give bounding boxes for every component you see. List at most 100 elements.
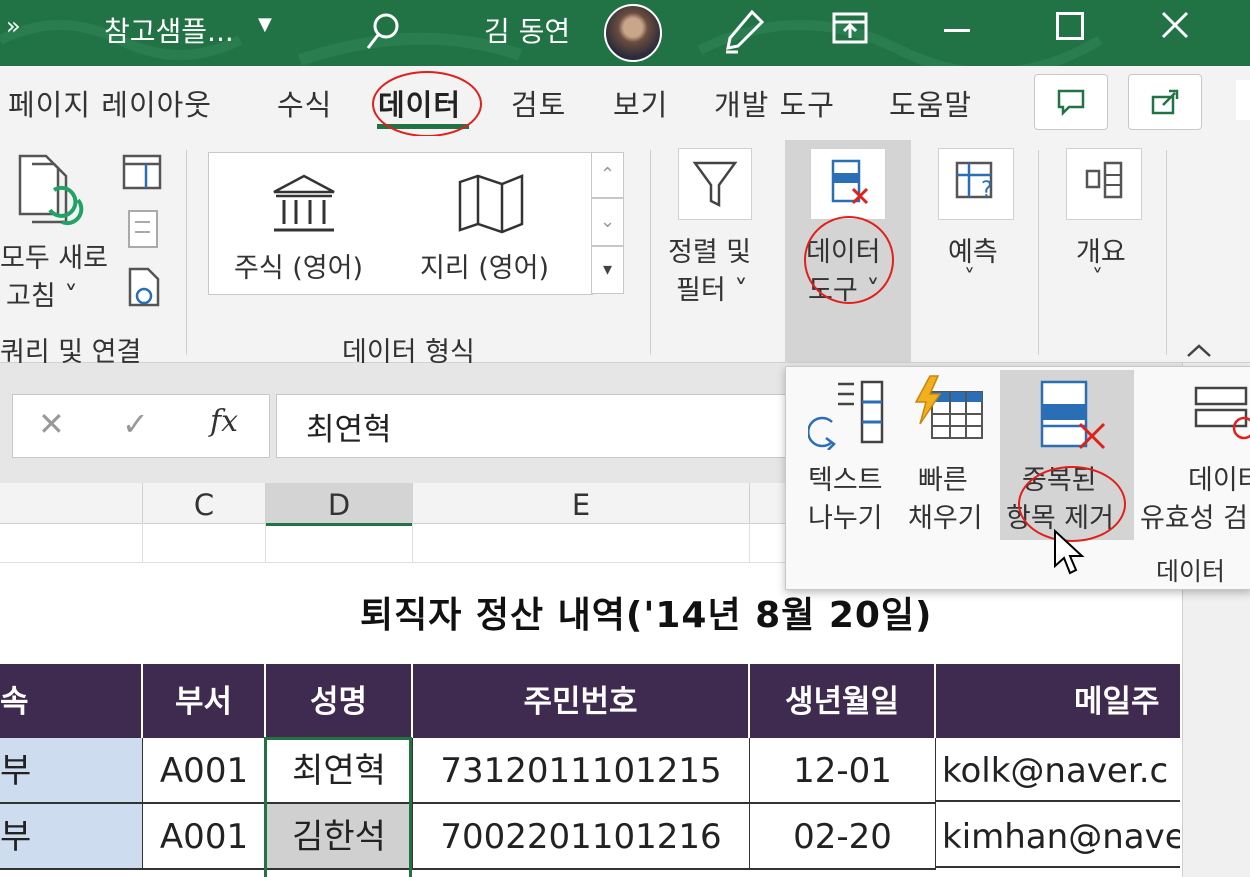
tab-developer[interactable]: 개발 도구 — [714, 82, 835, 124]
tab-formulas[interactable]: 수식 — [277, 82, 332, 124]
data-validation-icon[interactable] — [1188, 378, 1250, 448]
forecast-button[interactable]: ? — [938, 148, 1014, 220]
sort-filter-label-1[interactable]: 정렬 및 — [668, 230, 751, 269]
column-header-c[interactable]: C — [143, 483, 266, 523]
share-button[interactable] — [1128, 74, 1202, 130]
sort-filter-button[interactable] — [678, 148, 752, 220]
forecast-label[interactable]: 예측 — [948, 230, 998, 269]
separator — [1038, 150, 1039, 355]
queries-connections-icon[interactable] — [120, 152, 164, 192]
sheet-title: 퇴직자 정산 내역('14년 8월 20일) — [360, 595, 933, 636]
flash-fill-label-1[interactable]: 빠른 — [918, 458, 968, 497]
flash-fill-label-2[interactable]: 채우기 — [908, 496, 983, 535]
collapse-ribbon-icon[interactable] — [1184, 340, 1214, 360]
edge-fragment — [1236, 80, 1250, 120]
gridline — [412, 523, 413, 563]
tab-review[interactable]: 검토 — [511, 82, 566, 124]
table-cell[interactable]: 7312011101215 — [413, 738, 750, 804]
table-cell[interactable]: A001 — [143, 738, 266, 804]
insert-function-icon[interactable]: fx — [210, 404, 238, 439]
edit-links-icon[interactable] — [126, 266, 166, 308]
ribbon-display-icon[interactable] — [832, 12, 868, 44]
comment-icon — [1057, 89, 1085, 117]
gallery-more[interactable]: ▾ — [591, 246, 624, 294]
svg-text:?: ? — [981, 178, 993, 203]
sort-filter-label-2[interactable]: 필터 ˅ — [676, 268, 748, 307]
selection-border — [264, 737, 412, 877]
separator — [650, 150, 651, 355]
separator — [186, 150, 187, 355]
minimize-icon[interactable] — [944, 29, 970, 32]
column-header-partial[interactable] — [0, 483, 143, 523]
cancel-icon[interactable]: ✕ — [38, 405, 65, 443]
gridline — [749, 523, 750, 563]
table-cell[interactable]: 부 — [0, 738, 143, 804]
table-cell[interactable]: 02-20 — [750, 804, 936, 870]
table-cell[interactable]: 7002201101216 — [413, 804, 750, 870]
gridline — [142, 523, 143, 563]
outline-label[interactable]: 개요 — [1076, 230, 1126, 269]
refresh-all-label-2[interactable]: 고침 ˅ — [6, 274, 78, 313]
text-to-columns-label-2[interactable]: 나누기 — [808, 496, 883, 535]
data-tools-icon-box[interactable] — [810, 148, 886, 220]
dropdown-group-label: 데이터 — [1156, 557, 1226, 586]
filename: 참고샘플... — [104, 15, 234, 48]
header-cell: 생년월일 — [750, 664, 936, 738]
forecast-chevron-icon[interactable]: ˅ — [964, 266, 975, 291]
ribbon — [0, 136, 1250, 363]
tab-help[interactable]: 도움말 — [889, 82, 972, 124]
column-header-d[interactable]: D — [266, 483, 413, 526]
table-cell[interactable]: 부 — [0, 804, 143, 870]
outline-chevron-icon[interactable]: ˅ — [1092, 266, 1103, 291]
header-cell: 성명 — [266, 664, 413, 738]
avatar[interactable] — [604, 4, 662, 62]
maximize-icon[interactable] — [1056, 12, 1084, 40]
refresh-all-icon[interactable] — [14, 152, 94, 228]
properties-icon[interactable] — [126, 208, 160, 250]
close-icon[interactable] — [1160, 10, 1190, 40]
column-header-e[interactable]: E — [413, 483, 750, 523]
header-cell: 메일주 — [1074, 684, 1160, 720]
table-cell[interactable]: A001 — [143, 804, 266, 870]
tab-view[interactable]: 보기 — [613, 82, 668, 124]
header-cell: 속 — [0, 664, 143, 738]
table-cell[interactable]: 12-01 — [750, 738, 936, 804]
separator — [1166, 150, 1167, 355]
tab-page-layout[interactable]: 페이지 레이아웃 — [8, 82, 212, 124]
data-validation-label-1[interactable]: 데이터 — [1188, 458, 1250, 497]
refresh-all-label-1[interactable]: 모두 새로 — [0, 236, 108, 275]
search-icon[interactable] — [364, 10, 404, 52]
user-name: 김 동연 — [484, 15, 571, 48]
geography-icon[interactable] — [456, 172, 526, 234]
mouse-cursor-icon — [1054, 528, 1085, 575]
stocks-label[interactable]: 주식 (영어) — [234, 246, 363, 285]
pen-icon[interactable] — [722, 8, 766, 54]
header-cell: 주민번호 — [413, 664, 750, 738]
gallery-scroll-up[interactable]: ⌃ — [591, 152, 624, 198]
geography-label[interactable]: 지리 (영어) — [420, 246, 549, 285]
annotation-circle-data-tab — [372, 71, 482, 137]
remove-duplicates-icon[interactable] — [1036, 376, 1110, 452]
title-bar: » 참고샘플... ▼ 김 동연 — [0, 0, 1250, 66]
outline-button[interactable] — [1066, 148, 1142, 220]
data-validation-label-2[interactable]: 유효성 검 — [1140, 496, 1248, 535]
gridline — [265, 523, 266, 563]
filter-icon — [692, 161, 738, 208]
enter-icon[interactable]: ✓ — [122, 405, 149, 443]
table-cell[interactable]: kolk@naver.c — [936, 738, 1180, 802]
filename-dropdown-icon[interactable]: ▼ — [258, 14, 272, 35]
quick-access-more-icon[interactable]: » — [6, 12, 21, 40]
comments-button[interactable] — [1034, 74, 1108, 130]
annotation-circle-data-tools — [804, 216, 894, 304]
what-if-icon: ? — [955, 161, 993, 203]
gallery-scroll-down[interactable]: ⌄ — [591, 198, 624, 246]
outline-icon — [1085, 161, 1123, 199]
text-to-columns-label-1[interactable]: 텍스트 — [808, 458, 883, 497]
text-to-columns-icon[interactable] — [808, 376, 890, 450]
flash-fill-icon[interactable] — [910, 374, 988, 444]
formula-value: 최연혁 — [306, 412, 392, 448]
stocks-icon[interactable] — [270, 172, 338, 234]
data-tools-icon — [831, 159, 869, 205]
header-cell: 부서 — [143, 664, 266, 738]
table-cell[interactable]: kimhan@nave — [936, 804, 1180, 868]
